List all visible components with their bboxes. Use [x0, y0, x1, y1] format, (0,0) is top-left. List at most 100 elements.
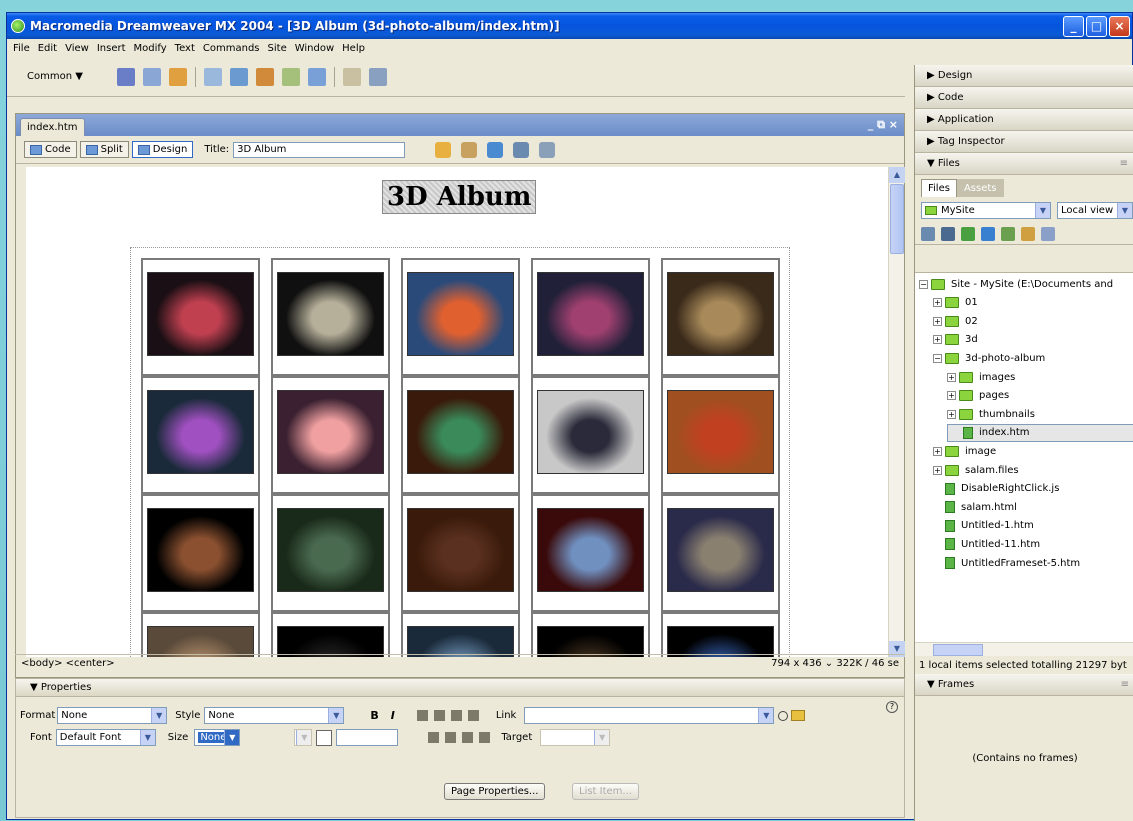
preview-icon[interactable]: [461, 141, 478, 158]
thumbnail-cell[interactable]: [531, 376, 650, 494]
thumbnail-cell[interactable]: [141, 612, 260, 657]
view-select[interactable]: Local view ▼: [1057, 201, 1133, 219]
thumbnail-image[interactable]: [147, 390, 254, 474]
split-view-button[interactable]: Split: [79, 141, 129, 158]
menu-window[interactable]: Window: [291, 43, 338, 54]
page-heading[interactable]: 3D Album: [382, 180, 537, 214]
view-options-icon[interactable]: [539, 141, 556, 158]
design-panel-header[interactable]: ▶ Design: [915, 65, 1133, 87]
vertical-scrollbar[interactable]: ▲ ▼: [888, 167, 905, 657]
scroll-up-icon[interactable]: ▲: [889, 167, 905, 183]
page-properties-button[interactable]: Page Properties...: [444, 783, 546, 800]
tag-inspector-panel-header[interactable]: ▶ Tag Inspector: [915, 131, 1133, 153]
properties-header[interactable]: ▼ Properties: [16, 679, 904, 697]
thumbnail-image[interactable]: [407, 272, 514, 356]
get-files-icon[interactable]: [961, 226, 975, 241]
scroll-thumb[interactable]: [890, 184, 904, 254]
thumbnail-image[interactable]: [147, 272, 254, 356]
tree-file[interactable]: Untitled-1.htm: [933, 517, 1133, 535]
align-left-icon[interactable]: [416, 710, 428, 721]
frames-panel-header[interactable]: ▼ Frames ≡: [915, 674, 1133, 696]
thumbnail-cell[interactable]: [531, 494, 650, 612]
collapse-icon[interactable]: −: [933, 353, 942, 363]
panel-options-icon[interactable]: ≡: [1120, 158, 1128, 169]
font-select[interactable]: Default Font ▼: [55, 729, 156, 746]
file-management-icon[interactable]: [435, 141, 452, 158]
tab-assets[interactable]: Assets: [956, 179, 1004, 197]
horizontal-scrollbar[interactable]: [915, 642, 1133, 656]
help-icon[interactable]: ?: [886, 701, 898, 713]
expand-icon[interactable]: +: [933, 335, 942, 345]
menu-site[interactable]: Site: [264, 43, 291, 54]
italic-button[interactable]: I: [391, 709, 395, 722]
style-select[interactable]: None ▼: [204, 707, 345, 724]
menu-commands[interactable]: Commands: [199, 43, 264, 54]
menu-edit[interactable]: Edit: [34, 43, 61, 54]
tree-folder[interactable]: + image: [933, 442, 1133, 460]
link-input[interactable]: ▼: [524, 707, 775, 724]
thumbnail-image[interactable]: [277, 390, 384, 474]
image-icon[interactable]: [255, 67, 274, 86]
thumbnail-cell[interactable]: [141, 376, 260, 494]
thumbnail-table[interactable]: [130, 247, 790, 657]
thumbnail-cell[interactable]: [401, 258, 520, 376]
tag-chooser-icon[interactable]: [368, 67, 387, 86]
browser-check-icon[interactable]: [487, 141, 504, 158]
thumbnail-cell[interactable]: [401, 494, 520, 612]
refresh-icon[interactable]: [513, 141, 530, 158]
tree-folder[interactable]: +3d: [933, 331, 1133, 349]
tree-folder[interactable]: − Site - MySite (E:\Documents and: [919, 275, 1133, 293]
design-canvas[interactable]: 3D Album: [26, 167, 888, 657]
color-input[interactable]: [336, 729, 399, 746]
close-icon[interactable]: ×: [1109, 15, 1130, 37]
thumbnail-cell[interactable]: [271, 258, 390, 376]
connect-icon[interactable]: [921, 226, 935, 241]
table-icon[interactable]: [203, 67, 222, 86]
color-picker-icon[interactable]: [316, 729, 333, 746]
title-bar[interactable]: Macromedia Dreamweaver MX 2004 - [3D Alb…: [7, 13, 1132, 39]
maximize-icon[interactable]: □: [1086, 15, 1107, 37]
media-icon[interactable]: [281, 67, 300, 86]
thumbnail-cell[interactable]: [401, 612, 520, 657]
unordered-list-icon[interactable]: [428, 732, 440, 743]
expand-icon[interactable]: +: [947, 372, 956, 382]
tab-files[interactable]: Files: [921, 179, 957, 197]
thumbnail-cell[interactable]: [271, 494, 390, 612]
panel-options-icon[interactable]: ≡: [1121, 679, 1129, 690]
thumbnail-image[interactable]: [667, 390, 774, 474]
format-select[interactable]: None ▼: [57, 707, 168, 724]
thumbnail-cell[interactable]: [531, 258, 650, 376]
align-center-icon[interactable]: [433, 710, 445, 721]
thumbnail-image[interactable]: [537, 508, 644, 592]
email-link-icon[interactable]: [142, 67, 161, 86]
anchor-icon[interactable]: [168, 67, 187, 86]
tree-file[interactable]: UntitledFrameset-5.htm: [933, 554, 1133, 572]
point-to-file-icon[interactable]: [778, 710, 789, 721]
files-panel-header[interactable]: ▼ Files ≡: [915, 153, 1133, 175]
list-item-button[interactable]: List Item...: [572, 783, 639, 800]
tree-folder[interactable]: +02: [933, 312, 1133, 330]
check-in-icon[interactable]: [1021, 226, 1035, 241]
tree-file[interactable]: DisableRightClick.js: [933, 480, 1133, 498]
thumbnail-image[interactable]: [407, 626, 514, 657]
justify-icon[interactable]: [467, 710, 479, 721]
expand-icon[interactable]: [1041, 226, 1055, 241]
document-window-controls[interactable]: _ ⧉ ×: [862, 118, 904, 136]
thumbnail-cell[interactable]: [531, 612, 650, 657]
tree-folder[interactable]: +01: [933, 294, 1133, 312]
menu-insert[interactable]: Insert: [93, 43, 130, 54]
expand-icon[interactable]: +: [933, 465, 942, 475]
expand-icon[interactable]: +: [933, 298, 942, 308]
thumbnail-image[interactable]: [667, 272, 774, 356]
thumbnail-cell[interactable]: [661, 258, 780, 376]
expand-icon[interactable]: +: [947, 409, 956, 419]
tag-selector[interactable]: <body> <center>: [21, 658, 115, 669]
menu-file[interactable]: File: [9, 43, 34, 54]
tree-folder[interactable]: + salam.files: [933, 461, 1133, 479]
thumbnail-image[interactable]: [277, 626, 384, 657]
align-right-icon[interactable]: [450, 710, 462, 721]
templates-icon[interactable]: [342, 67, 361, 86]
page-title-input[interactable]: [233, 141, 406, 158]
layer-icon[interactable]: [229, 67, 248, 86]
ordered-list-icon[interactable]: [445, 732, 457, 743]
